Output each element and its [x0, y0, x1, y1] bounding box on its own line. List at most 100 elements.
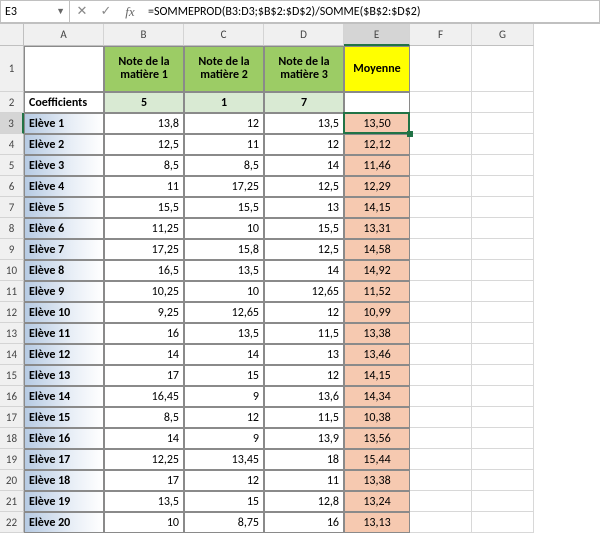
cell[interactable] [472, 323, 534, 344]
row-header[interactable]: 13 [0, 323, 24, 344]
cell[interactable] [410, 46, 472, 92]
cell[interactable]: 16 [104, 323, 184, 344]
cell[interactable]: Elève 1 [24, 113, 104, 134]
fill-handle[interactable] [407, 131, 413, 137]
cell[interactable]: 14,58 [344, 239, 410, 260]
enter-icon[interactable]: ✓ [94, 1, 118, 23]
cell[interactable] [472, 470, 534, 491]
row-header[interactable]: 8 [0, 218, 24, 239]
cell[interactable]: 14 [264, 155, 344, 176]
cell[interactable] [410, 281, 472, 302]
cell[interactable] [472, 449, 534, 470]
cell[interactable]: 13,38 [344, 323, 410, 344]
row-header[interactable]: 17 [0, 407, 24, 428]
name-box[interactable]: E3 ▼ [0, 0, 70, 23]
cell[interactable]: 11,46 [344, 155, 410, 176]
cell[interactable] [472, 281, 534, 302]
cell[interactable]: Coefficients [24, 92, 104, 113]
cell[interactable]: 12 [264, 365, 344, 386]
cell[interactable]: 13,13 [344, 512, 410, 533]
cell[interactable]: 8,5 [104, 155, 184, 176]
cell[interactable]: Elève 9 [24, 281, 104, 302]
cell[interactable] [472, 386, 534, 407]
cell[interactable]: 11 [264, 470, 344, 491]
cell[interactable]: 13,31 [344, 218, 410, 239]
cell[interactable]: 10 [184, 218, 264, 239]
cell[interactable] [472, 428, 534, 449]
cell[interactable]: 8,5 [184, 155, 264, 176]
cell[interactable]: Elève 13 [24, 365, 104, 386]
cell[interactable]: 15,8 [184, 239, 264, 260]
cell[interactable]: 17 [104, 470, 184, 491]
cell[interactable]: 13,5 [104, 491, 184, 512]
row-header[interactable]: 21 [0, 491, 24, 512]
cell[interactable]: Elève 15 [24, 407, 104, 428]
cell[interactable]: 9 [184, 386, 264, 407]
row-header[interactable]: 1 [0, 46, 24, 92]
cell[interactable] [410, 365, 472, 386]
cell[interactable]: 13,5 [184, 260, 264, 281]
row-header[interactable]: 4 [0, 134, 24, 155]
cell[interactable] [410, 218, 472, 239]
cell[interactable] [472, 176, 534, 197]
cell[interactable]: Note de la matière 3 [264, 46, 344, 92]
cell[interactable] [472, 365, 534, 386]
cell[interactable]: Elève 14 [24, 386, 104, 407]
cell[interactable]: 12,25 [104, 449, 184, 470]
cell[interactable] [344, 92, 410, 113]
row-header[interactable]: 20 [0, 470, 24, 491]
cell[interactable]: 13,45 [184, 449, 264, 470]
cell[interactable]: Elève 20 [24, 512, 104, 533]
cell[interactable]: Elève 4 [24, 176, 104, 197]
cell[interactable]: 1 [184, 92, 264, 113]
row-header[interactable]: 18 [0, 428, 24, 449]
cell[interactable]: 12,29 [344, 176, 410, 197]
col-header[interactable]: E [344, 24, 410, 46]
cell[interactable]: 13 [264, 197, 344, 218]
col-header[interactable]: F [410, 24, 472, 46]
cell[interactable] [472, 239, 534, 260]
row-header[interactable]: 12 [0, 302, 24, 323]
cell[interactable]: Elève 18 [24, 470, 104, 491]
cell[interactable]: 14,92 [344, 260, 410, 281]
cell[interactable]: 15,5 [264, 218, 344, 239]
cell[interactable]: Note de la matière 1 [104, 46, 184, 92]
cell[interactable]: 14,34 [344, 386, 410, 407]
cell[interactable]: 10,38 [344, 407, 410, 428]
cancel-icon[interactable]: ✕ [70, 1, 94, 23]
cell[interactable] [410, 428, 472, 449]
cell[interactable]: 18 [264, 449, 344, 470]
row-header[interactable]: 22 [0, 512, 24, 533]
formula-input[interactable]: =SOMMEPROD(B3:D3;$B$2:$D$2)/SOMME($B$2:$… [142, 0, 600, 23]
cell[interactable]: 13,6 [264, 386, 344, 407]
cell[interactable] [472, 302, 534, 323]
cell[interactable]: 11,5 [264, 323, 344, 344]
cell[interactable]: 12,5 [264, 239, 344, 260]
select-all-corner[interactable] [0, 24, 24, 46]
fx-icon[interactable]: fx [118, 1, 142, 23]
row-header[interactable]: 19 [0, 449, 24, 470]
cell[interactable]: 14,15 [344, 365, 410, 386]
cell[interactable] [410, 176, 472, 197]
cell[interactable]: 12,8 [264, 491, 344, 512]
cell[interactable]: 14,15 [344, 197, 410, 218]
cell[interactable]: 14 [104, 344, 184, 365]
col-header[interactable]: A [24, 24, 104, 46]
cell[interactable]: 8,75 [184, 512, 264, 533]
cell[interactable] [410, 155, 472, 176]
row-header[interactable]: 7 [0, 197, 24, 218]
cell[interactable]: 12 [264, 302, 344, 323]
cell[interactable]: Elève 7 [24, 239, 104, 260]
row-header[interactable]: 10 [0, 260, 24, 281]
cell[interactable] [410, 512, 472, 533]
cell[interactable]: Note de la matière 2 [184, 46, 264, 92]
cell[interactable]: Elève 6 [24, 218, 104, 239]
cell[interactable]: 14 [264, 260, 344, 281]
cell[interactable]: 16,5 [104, 260, 184, 281]
row-header[interactable]: 3 [0, 113, 24, 134]
cell[interactable]: Elève 10 [24, 302, 104, 323]
cell[interactable]: Elève 8 [24, 260, 104, 281]
cell[interactable]: 15 [184, 365, 264, 386]
cell[interactable]: 13,9 [264, 428, 344, 449]
row-header[interactable]: 16 [0, 386, 24, 407]
